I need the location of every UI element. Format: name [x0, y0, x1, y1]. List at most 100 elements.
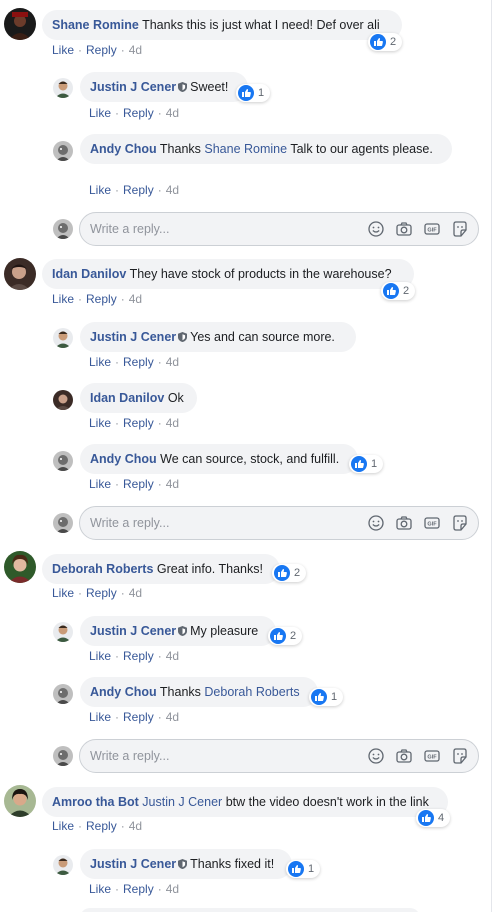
mention-link[interactable]: Deborah Roberts — [204, 685, 299, 699]
timestamp[interactable]: 4d — [129, 292, 142, 306]
avatar-andy-chou[interactable] — [53, 141, 73, 161]
timestamp[interactable]: 4d — [129, 819, 142, 833]
sticker-icon[interactable] — [450, 746, 470, 766]
like-link[interactable]: Like — [52, 43, 74, 57]
smiley-icon[interactable] — [366, 746, 386, 766]
reply-text-pre: Thanks — [159, 685, 205, 699]
reply-input[interactable] — [90, 516, 366, 530]
like-link[interactable]: Like — [52, 292, 74, 306]
timestamp[interactable]: 4d — [166, 710, 179, 724]
smiley-icon[interactable] — [366, 219, 386, 239]
like-link[interactable]: Like — [89, 710, 111, 724]
reaction-count[interactable]: 2 — [381, 282, 416, 300]
comment-text: btw the video doesn't work in the link — [225, 795, 429, 809]
reaction-count[interactable]: 1 — [286, 860, 321, 878]
avatar-idan-danilov[interactable] — [53, 390, 73, 410]
like-link[interactable]: Like — [89, 183, 111, 197]
reply-author[interactable]: Justin J Cener — [90, 624, 176, 638]
reaction-count[interactable]: 1 — [349, 455, 384, 473]
timestamp[interactable]: 4d — [129, 43, 142, 57]
avatar-amrootha-bot[interactable] — [4, 785, 36, 817]
gif-icon[interactable]: GIF — [422, 746, 442, 766]
reply-link[interactable]: Reply — [86, 292, 117, 306]
reply-link[interactable]: Reply — [123, 882, 154, 896]
comment-author[interactable]: Deborah Roberts — [52, 562, 153, 576]
like-link[interactable]: Like — [52, 586, 74, 600]
avatar-shane-romine[interactable] — [4, 8, 36, 40]
reply-link[interactable]: Reply — [123, 106, 154, 120]
like-link[interactable]: Like — [89, 416, 111, 430]
reaction-count[interactable]: 2 — [268, 627, 303, 645]
reply-author[interactable]: Justin J Cener — [90, 330, 176, 344]
reply-actions: Like · Reply · 4d — [89, 355, 180, 369]
reply-link[interactable]: Reply — [86, 43, 117, 57]
reply-author[interactable]: Justin J Cener — [90, 857, 176, 871]
reply-author[interactable]: Andy Chou — [90, 452, 157, 466]
sticker-icon[interactable] — [450, 513, 470, 533]
comment-author[interactable]: Amroo tha Bot — [52, 795, 139, 809]
reply-link[interactable]: Reply — [123, 710, 154, 724]
avatar-andy-chou[interactable] — [53, 684, 73, 704]
like-link[interactable]: Like — [52, 819, 74, 833]
reply-link[interactable]: Reply — [123, 416, 154, 430]
sticker-icon[interactable] — [450, 219, 470, 239]
reply-input[interactable] — [90, 749, 366, 763]
gif-icon[interactable]: GIF — [422, 219, 442, 239]
reply-actions: Like · Reply · 4d — [89, 477, 180, 491]
comment-bubble: Shane Romine Thanks this is just what I … — [42, 10, 402, 40]
timestamp[interactable]: 4d — [166, 183, 179, 197]
like-link[interactable]: Like — [89, 355, 111, 369]
timestamp[interactable]: 4d — [166, 477, 179, 491]
comment-author[interactable]: Shane Romine — [52, 18, 139, 32]
avatar-idan-danilov[interactable] — [4, 258, 36, 290]
reply-link[interactable]: Reply — [86, 819, 117, 833]
reply-link[interactable]: Reply — [86, 586, 117, 600]
reply-link[interactable]: Reply — [123, 355, 154, 369]
camera-icon[interactable] — [394, 219, 414, 239]
reply-bubble: Justin J Cener Sweet! — [80, 72, 248, 102]
mention-link[interactable]: Shane Romine — [204, 142, 287, 156]
like-link[interactable]: Like — [89, 649, 111, 663]
thumbs-up-icon — [238, 85, 254, 101]
avatar-justin-j-cener[interactable] — [53, 328, 73, 348]
smiley-icon[interactable] — [366, 513, 386, 533]
reaction-count[interactable]: 2 — [272, 564, 307, 582]
avatar-justin-j-cener[interactable] — [53, 855, 73, 875]
timestamp[interactable]: 4d — [166, 106, 179, 120]
reaction-count[interactable]: 1 — [236, 84, 271, 102]
comment-actions: Like · Reply · 4d — [52, 819, 143, 833]
avatar-justin-j-cener[interactable] — [53, 622, 73, 642]
comment-author[interactable]: Idan Danilov — [52, 267, 126, 281]
timestamp[interactable]: 4d — [166, 355, 179, 369]
reply-author[interactable]: Justin J Cener — [90, 80, 176, 94]
reply-link[interactable]: Reply — [123, 649, 154, 663]
reaction-count[interactable]: 1 — [309, 688, 344, 706]
reply-author[interactable]: Idan Danilov — [90, 391, 164, 405]
like-link[interactable]: Like — [89, 477, 111, 491]
reply-author[interactable]: Andy Chou — [90, 142, 157, 156]
camera-icon[interactable] — [394, 513, 414, 533]
timestamp[interactable]: 4d — [166, 649, 179, 663]
mention-link[interactable]: Justin J Cener — [142, 795, 222, 809]
timestamp[interactable]: 4d — [166, 882, 179, 896]
reply-link[interactable]: Reply — [123, 183, 154, 197]
timestamp[interactable]: 4d — [166, 416, 179, 430]
reaction-count[interactable]: 2 — [368, 33, 403, 51]
reaction-number: 1 — [308, 863, 315, 875]
like-link[interactable]: Like — [89, 106, 111, 120]
like-link[interactable]: Like — [89, 882, 111, 896]
comment-text: Great info. Thanks! — [156, 562, 263, 576]
reply-input[interactable] — [90, 222, 366, 236]
reply-author[interactable]: Andy Chou — [90, 685, 157, 699]
camera-icon[interactable] — [394, 746, 414, 766]
avatar-justin-j-cener[interactable] — [53, 78, 73, 98]
comment-text: Thanks this is just what I need! Def ove… — [142, 18, 380, 32]
comment-text: They have stock of products in the wareh… — [129, 267, 392, 281]
reaction-count[interactable]: 4 — [416, 809, 451, 827]
shield-icon — [178, 332, 188, 342]
reply-link[interactable]: Reply — [123, 477, 154, 491]
avatar-andy-chou[interactable] — [53, 451, 73, 471]
timestamp[interactable]: 4d — [129, 586, 142, 600]
avatar-deborah-roberts[interactable] — [4, 551, 36, 583]
gif-icon[interactable]: GIF — [422, 513, 442, 533]
